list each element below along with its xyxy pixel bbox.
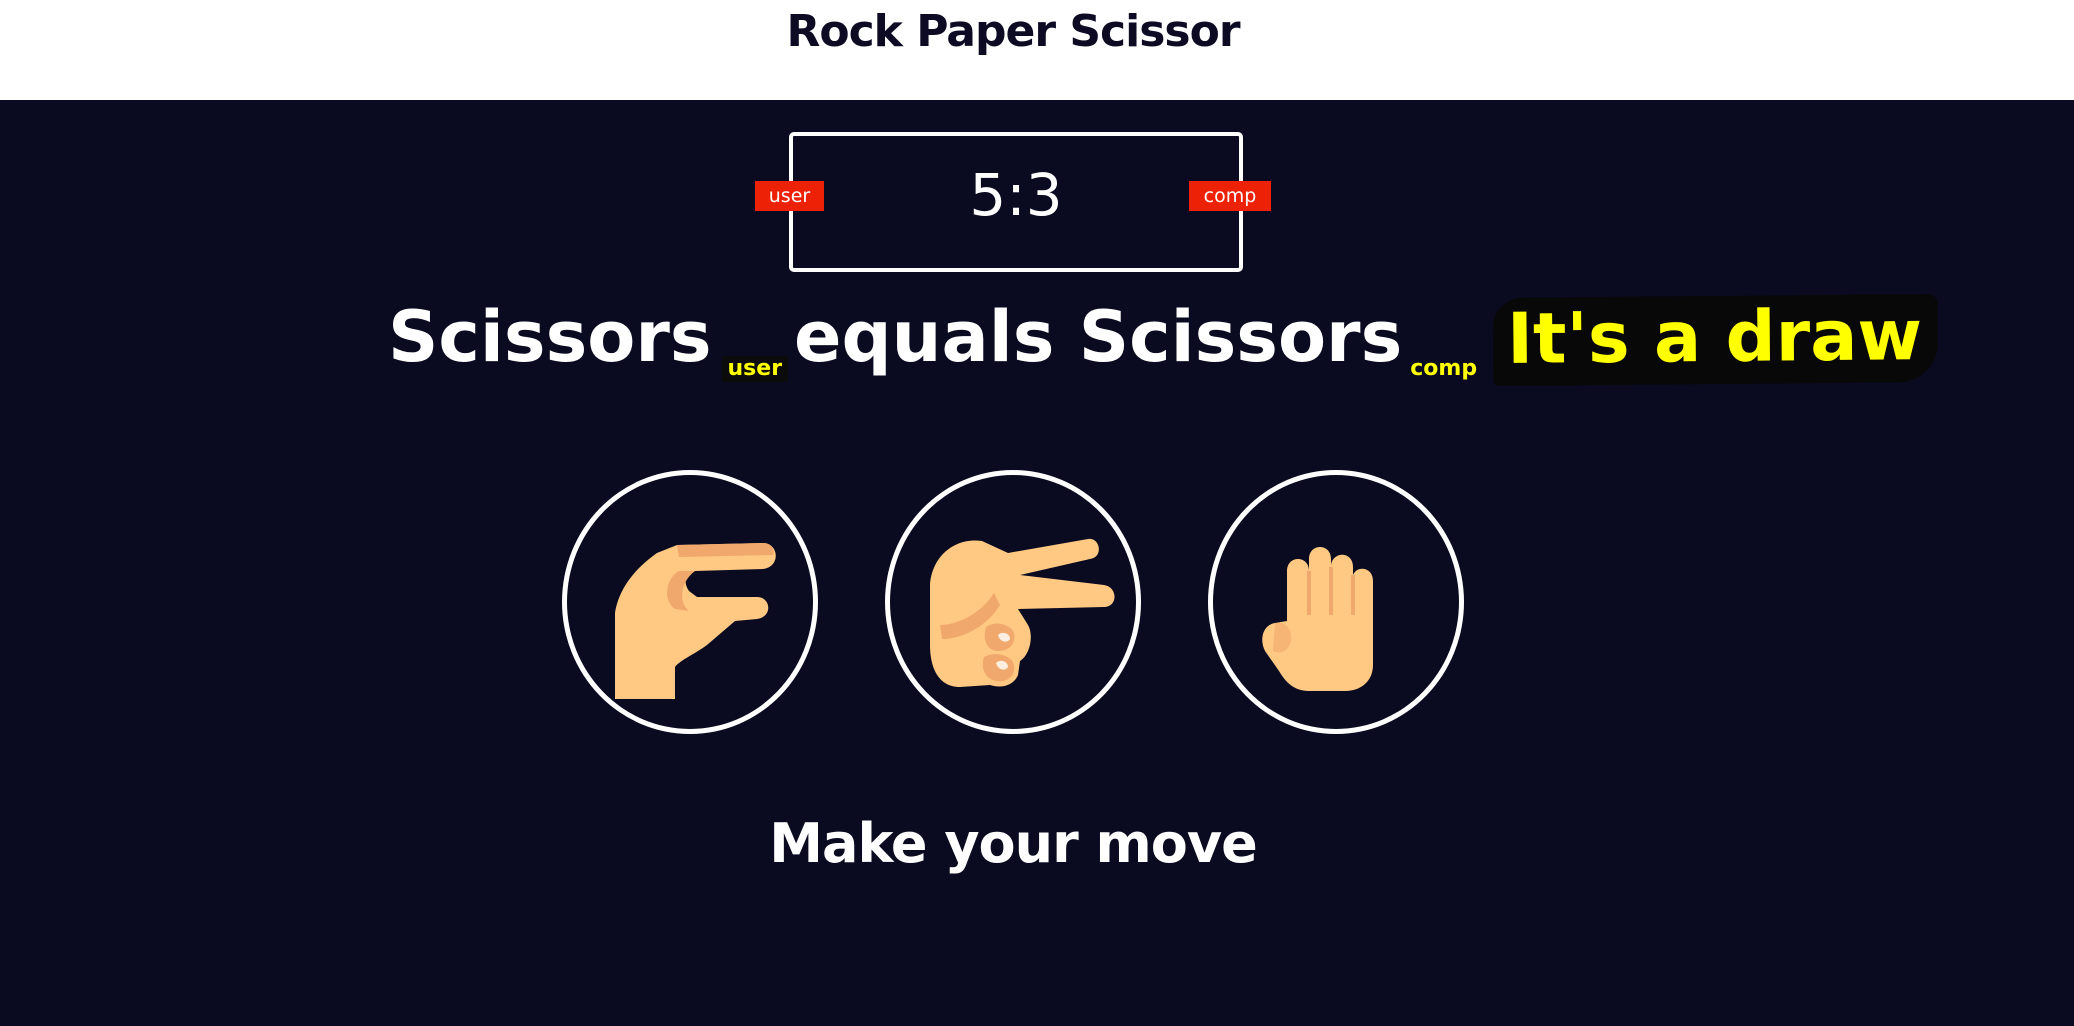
comp-score-badge: comp [1189,181,1271,211]
page-title: Rock Paper Scissor [786,6,1240,57]
paper-choice-button[interactable] [562,470,818,734]
paper-hand-icon [615,543,776,699]
result-message: Scissors user equals Scissors comp It's a dr… [388,294,1939,386]
user-score-badge: user [755,181,824,211]
comp-choice-text: Scissors [1078,296,1403,378]
comp-tag: comp [1410,356,1478,381]
verdict-text: It's a draw [1492,294,1939,386]
scissors-hand-icon [930,538,1115,687]
user-choice-text: Scissors [388,296,712,378]
game-area: 5:3 user comp Scissors user equals Scissor… [0,100,2074,1026]
scissors-choice-button[interactable] [885,470,1141,734]
rock-fist-icon [1262,547,1373,691]
header: Rock Paper Scissor [0,0,2074,100]
score-value: 5:3 [969,161,1063,229]
user-tag: user [721,356,789,382]
prompt-text: Make your move [769,812,1257,875]
scoreboard: 5:3 [789,132,1243,272]
rock-choice-button[interactable] [1208,470,1464,734]
relation-text: equals [794,296,1055,378]
